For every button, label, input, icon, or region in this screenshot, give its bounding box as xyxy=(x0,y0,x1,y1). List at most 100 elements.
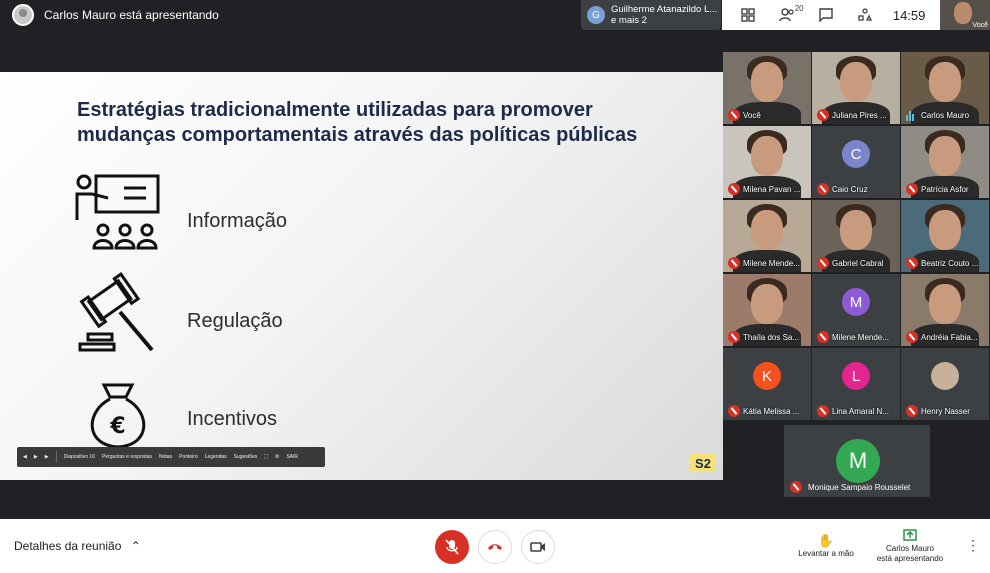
raise-hand-label: Levantar a mão xyxy=(798,549,854,558)
slide-item-information: Informação xyxy=(187,210,288,232)
participant-tile[interactable]: L Lina Amaral N... xyxy=(812,348,900,420)
participant-tile[interactable]: K Kátia Melissa ... xyxy=(723,348,811,420)
participant-tile[interactable]: Thaíla dos Sa... xyxy=(723,274,811,346)
participant-name: Juliana Pires ... xyxy=(832,111,887,120)
participant-initial: C xyxy=(842,140,870,168)
notes-button[interactable]: Notas xyxy=(159,454,172,460)
participant-face xyxy=(751,284,783,324)
mic-off-icon xyxy=(728,331,740,343)
participant-tile-featured[interactable]: M Monique Sampaio Rousselet xyxy=(784,425,930,497)
people-count: 20 xyxy=(794,4,804,13)
participant-tile[interactable]: Beatriz Couto ... xyxy=(901,200,989,272)
speaker-avatar: G xyxy=(587,6,605,24)
participant-face xyxy=(840,62,872,102)
participant-tile[interactable]: Milena Pavan ... xyxy=(723,126,811,198)
controls-divider xyxy=(55,451,57,463)
participant-initial: M xyxy=(842,288,870,316)
mic-off-icon xyxy=(906,183,918,195)
layout-grid-icon xyxy=(740,8,755,22)
participant-tile[interactable]: Carlos Mauro xyxy=(901,52,989,124)
presenter-avatar xyxy=(12,4,34,26)
participant-initial: K xyxy=(753,362,781,390)
self-preview-label: Você xyxy=(972,22,988,29)
pointer-button[interactable]: Ponteiro xyxy=(179,454,198,460)
participant-name: Henry Nasser xyxy=(921,407,970,416)
participant-tile[interactable]: Juliana Pires ... xyxy=(812,52,900,124)
participant-name: Caio Cruz xyxy=(832,185,868,194)
active-speaker-chip[interactable]: G Guilherme Atanazildo L... e mais 2 xyxy=(581,0,721,30)
participant-name: Beatriz Couto ... xyxy=(921,259,979,268)
mic-off-icon xyxy=(817,183,829,195)
participant-tile[interactable]: Henry Nasser xyxy=(901,348,989,420)
money-bag-euro-icon: € xyxy=(90,383,146,449)
bottom-bar: Detalhes da reunião ⌃ ✋ Levantar a mão C… xyxy=(0,519,990,573)
presenter-bar: Carlos Mauro está apresentando xyxy=(0,0,219,30)
mic-off-icon xyxy=(817,109,829,121)
suggestions-button[interactable]: Sugestões xyxy=(234,454,258,460)
raise-hand-button[interactable]: ✋ Levantar a mão xyxy=(796,533,856,558)
layout-button[interactable] xyxy=(737,4,759,26)
more-options-icon[interactable]: ⋮ xyxy=(966,537,980,554)
captions-button[interactable]: Legendas xyxy=(205,454,227,460)
slide-title: Estratégias tradicionalmente utilizadas … xyxy=(77,99,638,146)
camera-toggle-button[interactable] xyxy=(521,530,555,564)
participant-face xyxy=(929,62,961,102)
meeting-details-button[interactable]: Detalhes da reunião ⌃ xyxy=(14,539,141,553)
clock: 14:59 xyxy=(892,7,926,23)
participant-name: Carlos Mauro xyxy=(921,111,970,120)
prev-slide-button[interactable]: ◀ xyxy=(23,454,27,460)
participant-tile[interactable]: C Caio Cruz xyxy=(812,126,900,198)
participant-tile[interactable]: Milene Mende... xyxy=(723,200,811,272)
participant-name: Andréia Fabia... xyxy=(921,333,978,342)
participant-name: Milena Pavan ... xyxy=(743,185,801,194)
mic-off-icon xyxy=(728,109,740,121)
mic-off-icon xyxy=(817,405,829,417)
slide-badge: S2 xyxy=(690,454,716,472)
slide-number[interactable]: Diapositivo 16 xyxy=(64,454,95,460)
participant-name: Milene Mende... xyxy=(832,333,889,342)
present-screen-icon xyxy=(903,529,917,541)
video-camera-icon xyxy=(530,542,545,552)
leave-call-button[interactable] xyxy=(478,530,512,564)
self-preview-tile[interactable]: Você xyxy=(940,0,990,30)
participant-tile[interactable]: Você xyxy=(723,52,811,124)
participant-initial: L xyxy=(842,362,870,390)
gavel-icon xyxy=(78,272,154,352)
hand-icon: ✋ xyxy=(817,533,835,548)
self-face xyxy=(954,2,972,24)
chat-button[interactable] xyxy=(815,4,837,26)
speaker-more: e mais 2 xyxy=(611,15,647,26)
svg-text:€: € xyxy=(109,414,125,439)
mic-toggle-button[interactable] xyxy=(435,530,469,564)
participant-tile[interactable]: Patrícia Asfor xyxy=(901,126,989,198)
next-slide-button[interactable]: ▶ xyxy=(45,454,49,460)
settings-icon[interactable]: ⚙ xyxy=(275,454,279,460)
participant-face xyxy=(929,136,961,176)
fullscreen-icon[interactable]: ⛶ xyxy=(264,454,268,460)
chevron-up-icon: ⌃ xyxy=(130,539,141,553)
play-button[interactable]: ▶ xyxy=(34,454,38,460)
qa-button[interactable]: Perguntas e respostas xyxy=(102,454,152,460)
participant-tile[interactable]: M Milene Mende... xyxy=(812,274,900,346)
participant-face xyxy=(929,210,961,250)
people-button[interactable]: 20 xyxy=(776,4,804,26)
participant-face xyxy=(929,284,961,324)
slide-controls-bar: ◀ ▶ ▶ Diapositivo 16 Perguntas e respost… xyxy=(17,447,325,467)
participant-name: Monique Sampaio Rousselet xyxy=(808,483,911,492)
speaking-indicator-icon xyxy=(906,109,918,121)
participant-tile[interactable]: Gabriel Cabral xyxy=(812,200,900,272)
mic-off-icon xyxy=(906,405,918,417)
mic-off-icon xyxy=(817,331,829,343)
mic-off-icon xyxy=(728,257,740,269)
participant-name: Thaíla dos Sa... xyxy=(743,333,800,342)
presenting-name: Carlos Mauro xyxy=(885,544,934,553)
mic-off-icon xyxy=(728,183,740,195)
exit-button[interactable]: SAIR xyxy=(286,454,298,460)
chat-icon xyxy=(818,8,833,22)
speaker-text: Guilherme Atanazildo L... e mais 2 xyxy=(611,4,717,26)
presenting-status-button[interactable]: Carlos Mauro está apresentando xyxy=(872,529,948,564)
participant-tile[interactable]: Andréia Fabia... xyxy=(901,274,989,346)
activities-button[interactable] xyxy=(854,4,876,26)
presenter-text: Carlos Mauro está apresentando xyxy=(44,8,219,22)
participant-face xyxy=(751,210,783,250)
